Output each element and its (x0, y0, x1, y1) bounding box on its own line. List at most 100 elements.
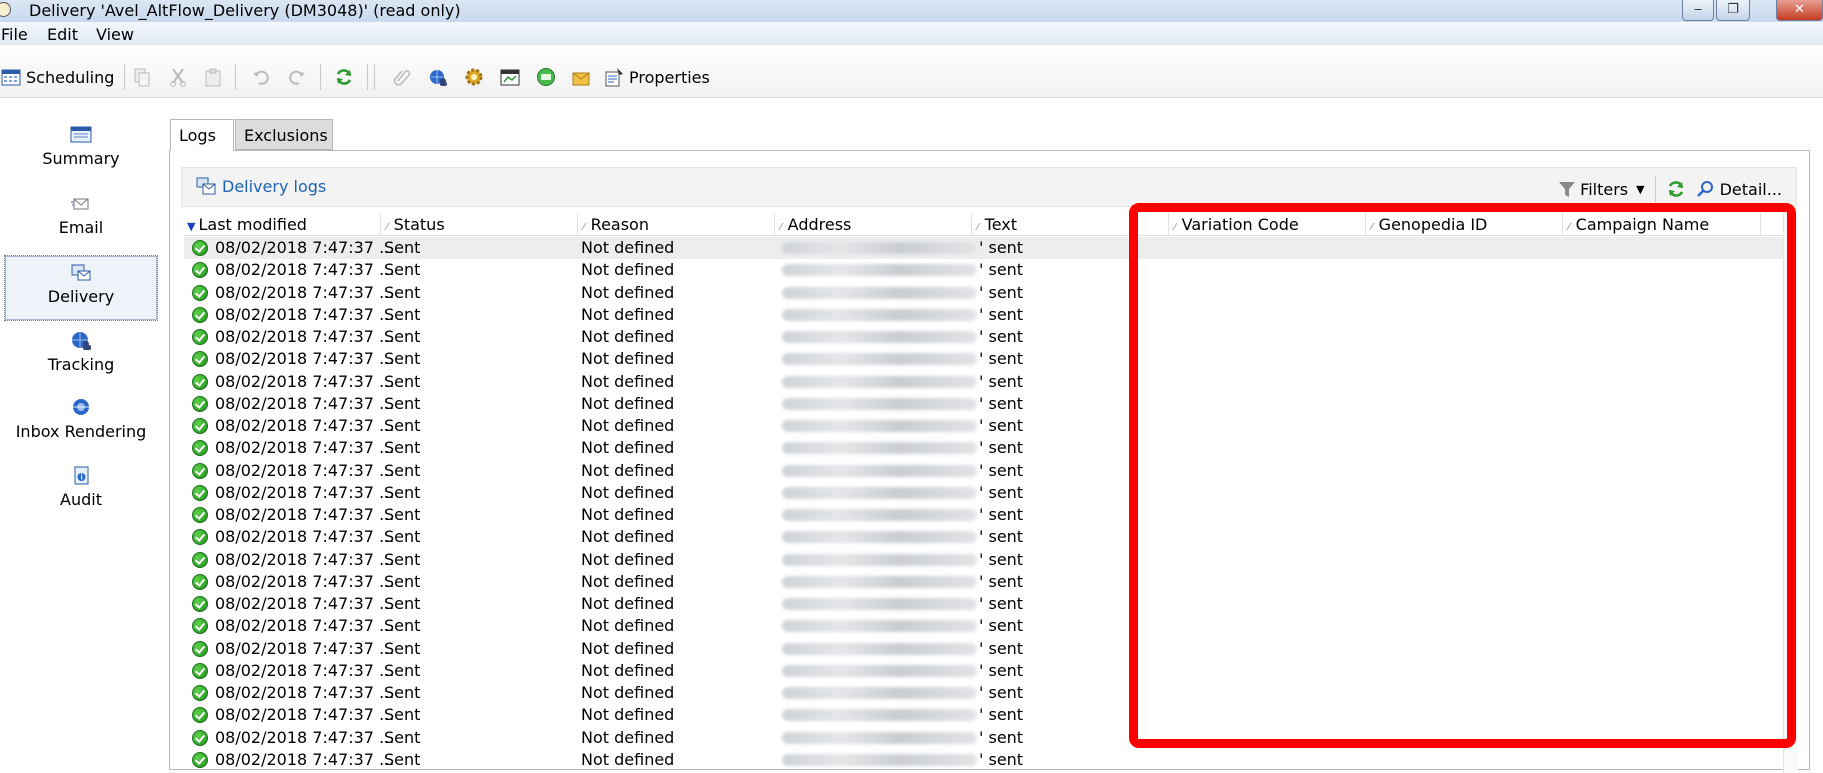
cut-button[interactable] (168, 66, 188, 88)
nav-summary[interactable]: Summary (4, 125, 158, 168)
cell-text: ' sent (979, 371, 1024, 391)
tab-exclusions[interactable]: Exclusions (235, 119, 333, 150)
table-row[interactable]: 08/02/2018 7:47:37 ... Sent Not defined ' s… (184, 571, 1787, 593)
nav-inbox-rendering[interactable]: Inbox Rendering (4, 398, 158, 441)
proof-button[interactable] (500, 66, 520, 88)
cell-last-modified: 08/02/2018 7:47:37 ... (215, 304, 395, 324)
cell-address-redacted (782, 308, 977, 321)
nav-audit-label: Audit (60, 490, 102, 509)
nav-email[interactable]: Email (4, 194, 158, 237)
cell-reason: Not defined (581, 238, 675, 257)
column-divider[interactable] (577, 213, 578, 235)
cell-last-modified: 08/02/2018 7:47:37 ... (215, 371, 395, 391)
sent-status-icon (192, 751, 208, 768)
table-row[interactable]: 08/02/2018 7:47:37 ... Sent Not defined ' s… (184, 749, 1787, 771)
cell-reason: Not defined (581, 371, 675, 391)
nav-audit[interactable]: Audit (4, 466, 158, 509)
filters-button[interactable]: Filters (1580, 180, 1628, 199)
table-row[interactable]: 08/02/2018 7:47:37 ... Sent Not defined ' s… (184, 237, 1787, 259)
settings-button[interactable] (464, 66, 484, 88)
column-genopedia-id[interactable]: ⁄ Genopedia ID (1371, 215, 1487, 234)
close-button[interactable]: ✕ (1776, 0, 1823, 21)
table-row[interactable]: 08/02/2018 7:47:37 ... Sent Not defined ' s… (184, 259, 1787, 281)
column-divider[interactable] (971, 213, 972, 235)
table-row[interactable]: 08/02/2018 7:47:37 ... Sent Not defined ' s… (184, 615, 1787, 637)
sent-status-icon (192, 529, 208, 546)
cut-icon (168, 67, 188, 87)
scheduling-button[interactable]: Scheduling (1, 66, 114, 88)
sent-status-icon (192, 618, 208, 635)
column-last-modified[interactable]: ▼ Last modified (187, 215, 307, 234)
column-divider[interactable] (774, 213, 775, 235)
column-address[interactable]: ⁄ Address (780, 215, 851, 234)
table-row[interactable]: 08/02/2018 7:47:37 ... Sent Not defined ' s… (184, 682, 1787, 704)
tab-logs[interactable]: Logs (170, 119, 234, 151)
window-title: Delivery 'Avel_AltFlow_Delivery (DM3048)… (29, 1, 461, 20)
table-row[interactable]: 08/02/2018 7:47:37 ... Sent Not defined ' s… (184, 304, 1787, 326)
column-status[interactable]: ⁄ Status (386, 215, 445, 234)
table-row[interactable]: 08/02/2018 7:47:37 ... Sent Not defined ' s… (184, 593, 1787, 615)
undo-icon (251, 67, 271, 87)
minimize-button[interactable]: ‒ (1682, 0, 1714, 21)
column-text[interactable]: ⁄ Text (977, 215, 1017, 234)
menu-view[interactable]: View (96, 25, 134, 44)
cell-last-modified: 08/02/2018 7:47:37 ... (215, 438, 395, 458)
cell-address-redacted (782, 709, 977, 722)
table-row[interactable]: 08/02/2018 7:47:37 ... Sent Not defined ' s… (184, 638, 1787, 660)
restore-button[interactable]: ❐ (1716, 0, 1750, 21)
detail-button[interactable]: Detail... (1720, 180, 1782, 199)
column-variation-code[interactable]: ⁄ Variation Code (1174, 215, 1299, 234)
refresh-icon[interactable] (1666, 179, 1686, 199)
table-row[interactable]: 08/02/2018 7:47:37 ... Sent Not defined ' s… (184, 727, 1787, 749)
sms-button[interactable] (536, 66, 556, 88)
table-row[interactable]: 08/02/2018 7:47:37 ... Sent Not defined ' s… (184, 504, 1787, 526)
table-row[interactable]: 08/02/2018 7:47:37 ... Sent Not defined ' s… (184, 549, 1787, 571)
sent-status-icon (192, 729, 208, 746)
undo-button[interactable] (251, 66, 271, 88)
copy-button[interactable] (132, 66, 152, 88)
toolbar-separator (235, 64, 236, 90)
column-divider[interactable] (380, 213, 381, 235)
delivery-targets-button[interactable] (428, 66, 448, 88)
table-row[interactable]: 08/02/2018 7:47:37 ... Sent Not defined ' s… (184, 660, 1787, 682)
vertical-scrollbar[interactable] (1783, 213, 1798, 773)
logs-grid: ▼ Last modified ⁄ Status ⁄ Reason ⁄ Address … (184, 213, 1787, 773)
nav-delivery[interactable]: Delivery (4, 255, 158, 321)
table-row[interactable]: 08/02/2018 7:47:37 ... Sent Not defined ' s… (184, 526, 1787, 548)
cell-last-modified: 08/02/2018 7:47:37 ... (215, 260, 395, 280)
table-row[interactable]: 08/02/2018 7:47:37 ... Sent Not defined ' s… (184, 326, 1787, 348)
cell-last-modified: 08/02/2018 7:47:37 ... (215, 460, 395, 480)
table-row[interactable]: 08/02/2018 7:47:37 ... Sent Not defined ' s… (184, 704, 1787, 726)
table-row[interactable]: 08/02/2018 7:47:37 ... Sent Not defined ' s… (184, 460, 1787, 482)
table-row[interactable]: 08/02/2018 7:47:37 ... Sent Not defined ' s… (184, 393, 1787, 415)
column-campaign-name[interactable]: ⁄ Campaign Name (1568, 215, 1709, 234)
cell-last-modified: 08/02/2018 7:47:37 ... (215, 238, 395, 257)
menu-edit[interactable]: Edit (47, 25, 78, 44)
column-reason[interactable]: ⁄ Reason (583, 215, 649, 234)
refresh-button[interactable] (334, 66, 354, 88)
table-row[interactable]: 08/02/2018 7:47:37 ... Sent Not defined ' s… (184, 437, 1787, 459)
cell-text: ' sent (979, 416, 1024, 435)
column-divider[interactable] (1760, 213, 1761, 235)
send-button[interactable] (571, 66, 591, 88)
column-divider[interactable] (1562, 213, 1563, 235)
menu-file[interactable]: File (1, 25, 28, 44)
paste-button[interactable] (203, 66, 223, 88)
column-divider[interactable] (1365, 213, 1366, 235)
table-row[interactable]: 08/02/2018 7:47:37 ... Sent Not defined ' s… (184, 371, 1787, 393)
delivery-logs-link[interactable]: Delivery logs (196, 176, 326, 196)
cell-status: Sent (384, 594, 421, 613)
redo-button[interactable] (287, 66, 307, 88)
table-row[interactable]: 08/02/2018 7:47:37 ... Sent Not defined ' s… (184, 482, 1787, 504)
filters-dropdown-icon[interactable]: ▼ (1636, 183, 1644, 196)
cell-last-modified: 08/02/2018 7:47:37 ... (215, 549, 395, 569)
email-icon (70, 194, 92, 213)
nav-tracking[interactable]: Tracking (4, 331, 158, 374)
cell-text: ' sent (979, 638, 1024, 658)
table-row[interactable]: 08/02/2018 7:47:37 ... Sent Not defined ' s… (184, 282, 1787, 304)
table-row[interactable]: 08/02/2018 7:47:37 ... Sent Not defined ' s… (184, 348, 1787, 370)
column-divider[interactable] (1168, 213, 1169, 235)
attachment-button[interactable] (392, 66, 412, 88)
properties-button[interactable]: Properties (604, 66, 710, 88)
table-row[interactable]: 08/02/2018 7:47:37 ... Sent Not defined ' s… (184, 415, 1787, 437)
